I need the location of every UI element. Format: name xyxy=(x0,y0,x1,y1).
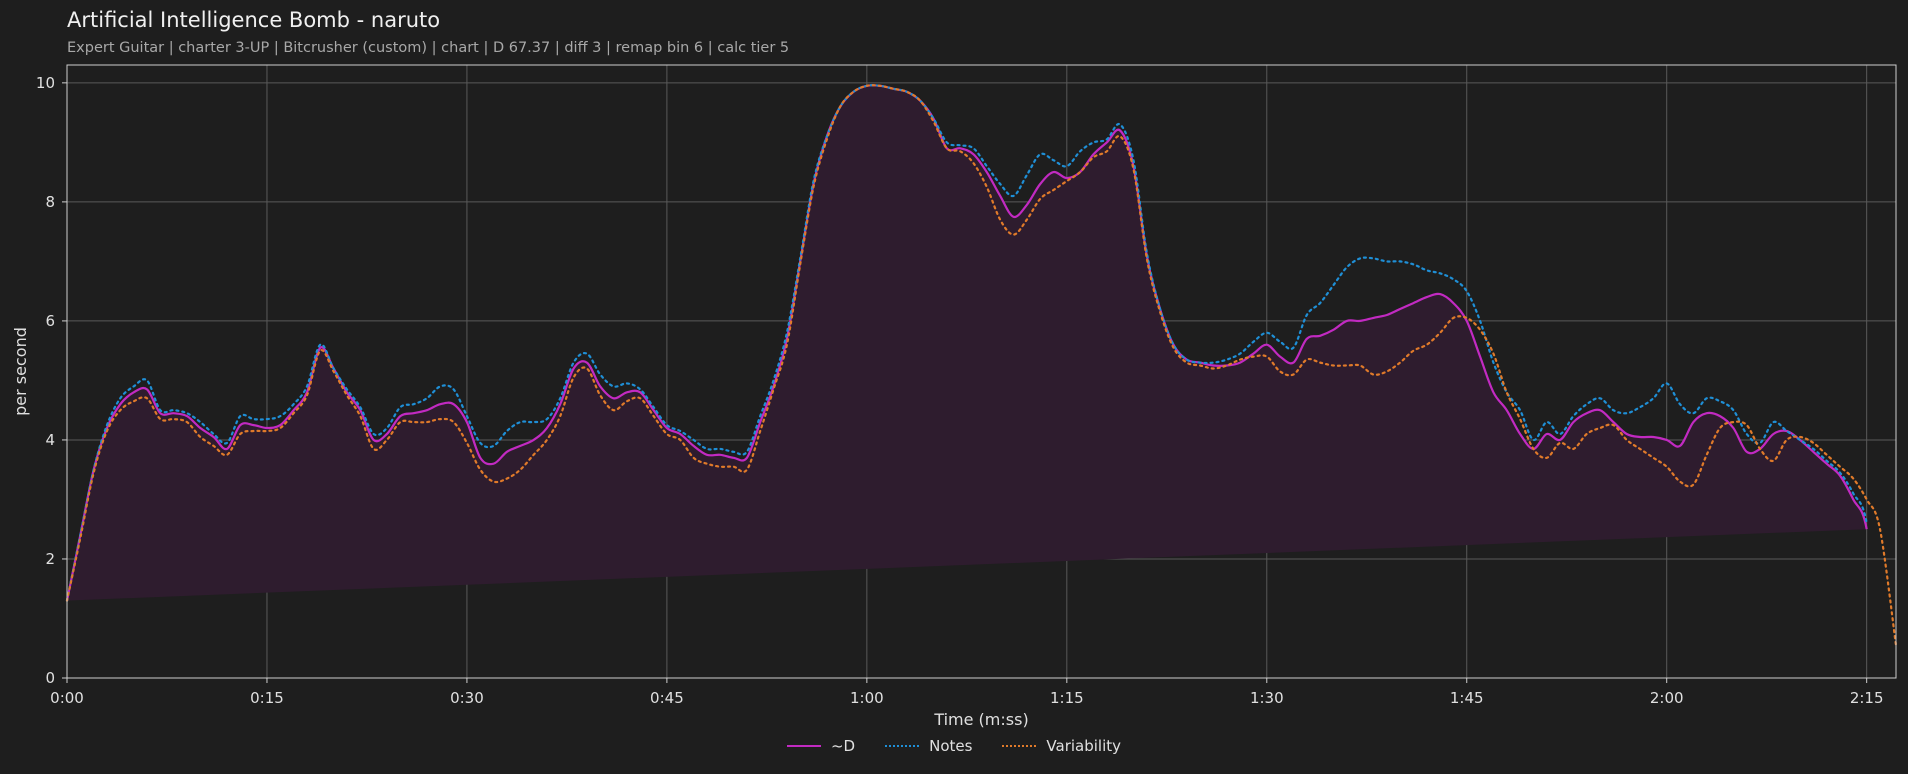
x-axis-label: Time (m:ss) xyxy=(933,710,1028,729)
legend-item-notes: Notes xyxy=(885,737,972,755)
d-area-fill xyxy=(67,85,1867,601)
x-tick-label: 0:30 xyxy=(450,689,484,707)
legend-label-d: ~D xyxy=(830,737,856,755)
x-ticks: 0:00 0:15 0:30 0:45 1:00 1:15 1:30 1:45 2:00 2:15 xyxy=(50,678,1884,707)
x-tick-label: 0:45 xyxy=(650,689,684,707)
x-tick-label: 1:15 xyxy=(1050,689,1084,707)
y-tick-label: 4 xyxy=(45,431,55,449)
legend-swatch-notes xyxy=(885,745,920,747)
x-tick-label: 1:00 xyxy=(850,689,884,707)
chart-svg: 0:00 0:15 0:30 0:45 1:00 1:15 1:30 1:45 2:00 2:15… xyxy=(11,64,1898,729)
x-tick-label: 0:00 xyxy=(50,689,84,707)
legend-swatch-d xyxy=(786,745,821,747)
legend-swatch-variability xyxy=(1002,745,1037,747)
legend-label-notes: Notes xyxy=(929,737,973,755)
y-axis-label: per second xyxy=(11,327,30,416)
y-tick-label: 0 xyxy=(45,669,55,687)
x-tick-label: 1:45 xyxy=(1450,689,1484,707)
y-tick-label: 6 xyxy=(45,312,55,330)
y-tick-label: 2 xyxy=(45,550,55,568)
x-tick-label: 0:15 xyxy=(250,689,284,707)
x-tick-label: 2:00 xyxy=(1650,689,1684,707)
x-tick-label: 2:15 xyxy=(1850,689,1884,707)
y-tick-label: 10 xyxy=(36,74,55,92)
legend-label-variability: Variability xyxy=(1046,737,1122,755)
legend-item-variability: Variability xyxy=(1002,737,1121,755)
legend: ~D Notes Variability xyxy=(0,737,1908,755)
y-tick-label: 8 xyxy=(45,193,55,211)
y-ticks: 0 2 4 6 8 10 xyxy=(36,74,67,687)
legend-item-d: ~D xyxy=(786,737,856,755)
x-tick-label: 1:30 xyxy=(1250,689,1284,707)
